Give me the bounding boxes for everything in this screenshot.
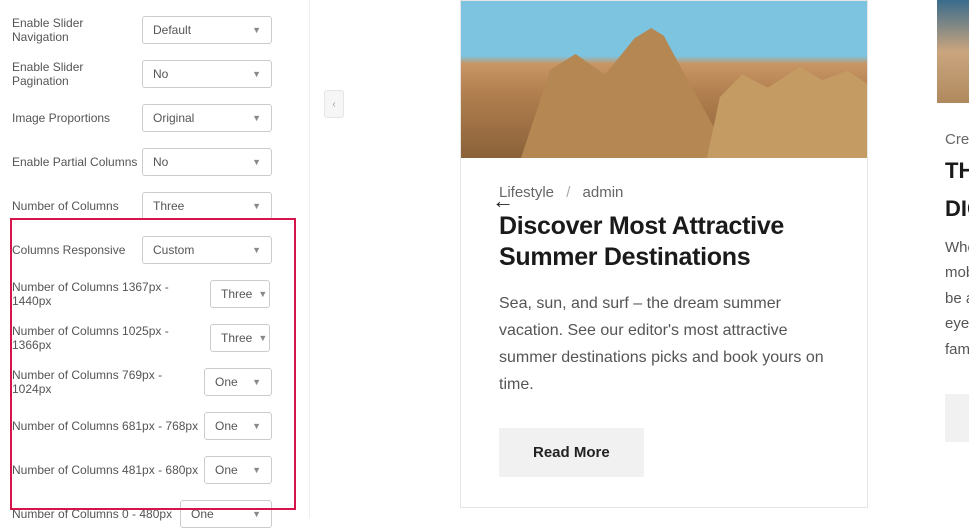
slider-prev-button[interactable]: ← bbox=[492, 188, 514, 214]
select-cols-0-480[interactable]: One ▼ bbox=[180, 500, 272, 528]
select-value: No bbox=[153, 67, 168, 81]
chevron-left-icon: ‹ bbox=[332, 99, 335, 110]
select-value: No bbox=[153, 155, 168, 169]
chevron-down-icon: ▼ bbox=[252, 377, 261, 387]
label-cols-1367-1440: Number of Columns 1367px - 1440px bbox=[12, 280, 210, 308]
chevron-down-icon: ▼ bbox=[258, 333, 267, 343]
select-columns-responsive[interactable]: Custom ▼ bbox=[142, 236, 272, 264]
select-number-of-columns[interactable]: Three ▼ bbox=[142, 192, 272, 220]
select-value: Default bbox=[153, 23, 191, 37]
select-value: Original bbox=[153, 111, 194, 125]
select-cols-1367-1440[interactable]: Three ▼ bbox=[210, 280, 270, 308]
post-excerpt-line: Whe bbox=[945, 235, 969, 261]
chevron-down-icon: ▼ bbox=[252, 69, 261, 79]
select-value: Three bbox=[153, 199, 184, 213]
chevron-down-icon: ▼ bbox=[252, 465, 261, 475]
post-card-1-image bbox=[461, 1, 867, 158]
select-value: Three bbox=[221, 331, 252, 345]
arrow-left-icon: ← bbox=[492, 188, 514, 213]
setting-row-slider-navigation: Enable Slider Navigation Default ▼ bbox=[12, 16, 297, 44]
chevron-down-icon: ▼ bbox=[252, 245, 261, 255]
label-number-of-columns: Number of Columns bbox=[12, 199, 142, 213]
label-cols-681-768: Number of Columns 681px - 768px bbox=[12, 419, 204, 433]
select-slider-pagination[interactable]: No ▼ bbox=[142, 60, 272, 88]
setting-row-cols-769-1024: Number of Columns 769px - 1024px One ▼ bbox=[12, 368, 297, 396]
select-value: One bbox=[215, 419, 238, 433]
chevron-down-icon: ▼ bbox=[252, 25, 261, 35]
select-cols-1025-1366[interactable]: Three ▼ bbox=[210, 324, 270, 352]
preview-area: ← Lifestyle / admin Discover Most Attrac… bbox=[460, 0, 969, 518]
setting-row-cols-481-680: Number of Columns 481px - 680px One ▼ bbox=[12, 456, 297, 484]
select-value: One bbox=[215, 463, 238, 477]
post-card-1: Lifestyle / admin Discover Most Attracti… bbox=[460, 0, 868, 508]
post-category-link[interactable]: Crea bbox=[945, 131, 969, 148]
setting-row-cols-1367-1440: Number of Columns 1367px - 1440px Three … bbox=[12, 280, 297, 308]
chevron-down-icon: ▼ bbox=[252, 201, 261, 211]
post-card-2-image bbox=[937, 0, 969, 103]
setting-row-columns-responsive: Columns Responsive Custom ▼ bbox=[12, 236, 297, 264]
post-card-2-body: Crea THE DIG Whe mob be a eye fam bbox=[937, 103, 969, 442]
select-value: Three bbox=[221, 287, 252, 301]
select-slider-navigation[interactable]: Default ▼ bbox=[142, 16, 272, 44]
setting-row-cols-681-768: Number of Columns 681px - 768px One ▼ bbox=[12, 412, 297, 440]
rock-shape bbox=[707, 63, 867, 158]
read-more-button[interactable] bbox=[945, 394, 969, 442]
post-meta: Lifestyle / admin bbox=[499, 184, 829, 201]
select-value: One bbox=[191, 507, 214, 521]
label-cols-1025-1366: Number of Columns 1025px - 1366px bbox=[12, 324, 210, 352]
select-cols-481-680[interactable]: One ▼ bbox=[204, 456, 272, 484]
setting-row-image-proportions: Image Proportions Original ▼ bbox=[12, 104, 297, 132]
chevron-down-icon: ▼ bbox=[252, 421, 261, 431]
select-cols-769-1024[interactable]: One ▼ bbox=[204, 368, 272, 396]
chevron-down-icon: ▼ bbox=[258, 289, 267, 299]
post-excerpt-line: be a bbox=[945, 286, 969, 312]
setting-row-number-of-columns: Number of Columns Three ▼ bbox=[12, 192, 297, 220]
label-cols-481-680: Number of Columns 481px - 680px bbox=[12, 463, 204, 477]
post-title-line: DIG bbox=[945, 196, 969, 222]
label-partial-columns: Enable Partial Columns bbox=[12, 155, 142, 169]
rock-shape bbox=[521, 28, 731, 158]
settings-sidebar: Enable Slider Navigation Default ▼ Enabl… bbox=[0, 0, 310, 518]
label-image-proportions: Image Proportions bbox=[12, 111, 142, 125]
post-title-line: THE bbox=[945, 158, 969, 184]
post-card-1-body: Lifestyle / admin Discover Most Attracti… bbox=[461, 158, 867, 507]
setting-row-cols-1025-1366: Number of Columns 1025px - 1366px Three … bbox=[12, 324, 297, 352]
setting-row-slider-pagination: Enable Slider Pagination No ▼ bbox=[12, 60, 297, 88]
select-value: One bbox=[215, 375, 238, 389]
collapse-sidebar-button[interactable]: ‹ bbox=[324, 90, 344, 118]
setting-row-cols-0-480: Number of Columns 0 - 480px One ▼ bbox=[12, 500, 297, 528]
select-partial-columns[interactable]: No ▼ bbox=[142, 148, 272, 176]
post-excerpt-line: fam bbox=[945, 337, 969, 363]
post-excerpt-line: mob bbox=[945, 260, 969, 286]
post-author-link[interactable]: admin bbox=[583, 184, 624, 201]
chevron-down-icon: ▼ bbox=[252, 113, 261, 123]
setting-row-partial-columns: Enable Partial Columns No ▼ bbox=[12, 148, 297, 176]
label-cols-769-1024: Number of Columns 769px - 1024px bbox=[12, 368, 204, 396]
label-cols-0-480: Number of Columns 0 - 480px bbox=[12, 507, 180, 521]
post-excerpt: Sea, sun, and surf – the dream summer va… bbox=[499, 290, 829, 399]
select-cols-681-768[interactable]: One ▼ bbox=[204, 412, 272, 440]
post-title[interactable]: Discover Most Attractive Summer Destinat… bbox=[499, 211, 829, 274]
read-more-button[interactable]: Read More bbox=[499, 428, 644, 477]
label-slider-pagination: Enable Slider Pagination bbox=[12, 60, 142, 88]
select-image-proportions[interactable]: Original ▼ bbox=[142, 104, 272, 132]
post-excerpt-line: eye bbox=[945, 311, 969, 337]
post-card-2: Crea THE DIG Whe mob be a eye fam bbox=[937, 0, 969, 500]
meta-separator: / bbox=[566, 184, 570, 201]
label-slider-navigation: Enable Slider Navigation bbox=[12, 16, 142, 44]
label-columns-responsive: Columns Responsive bbox=[12, 243, 142, 257]
select-value: Custom bbox=[153, 243, 194, 257]
chevron-down-icon: ▼ bbox=[252, 157, 261, 167]
